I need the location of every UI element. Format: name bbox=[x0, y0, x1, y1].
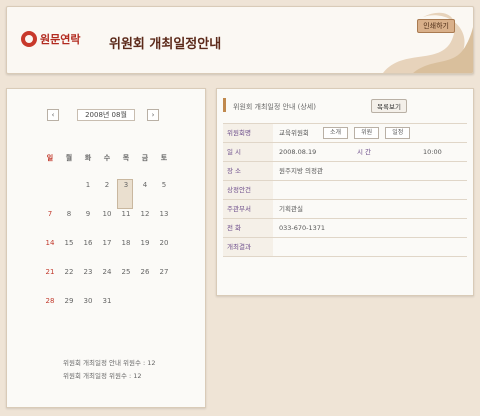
calendar-nav: ‹ 2008년 08월 › bbox=[47, 109, 163, 121]
weekday-header: 목 bbox=[122, 154, 130, 162]
calendar-day[interactable]: 31 bbox=[98, 297, 116, 305]
calendar-day[interactable]: 5 bbox=[155, 181, 173, 189]
calendar-day[interactable]: 29 bbox=[60, 297, 78, 305]
calendar-day[interactable]: 30 bbox=[79, 297, 97, 305]
row-department: 주관부서 기획관실 bbox=[223, 200, 467, 219]
row-label: 개최결과 bbox=[223, 238, 273, 256]
calendar-day[interactable]: 19 bbox=[136, 239, 154, 247]
month-label: 2008년 08월 bbox=[77, 109, 135, 121]
detail-table: 위원회명 교육위원회 소개 위원 일정 일 시 2008.08.19 시 간 1… bbox=[223, 123, 467, 257]
weekday-header: 월 bbox=[65, 154, 73, 162]
calendar-day[interactable]: 28 bbox=[41, 297, 59, 305]
row-value: 교육위원회 소개 위원 일정 bbox=[273, 124, 467, 142]
calendar-day[interactable]: 14 bbox=[41, 239, 59, 247]
print-button[interactable]: 인쇄하기 bbox=[417, 19, 455, 33]
calendar-day[interactable]: 26 bbox=[136, 268, 154, 276]
row-label: 주관부서 bbox=[223, 200, 273, 218]
prev-month-button[interactable]: ‹ bbox=[47, 109, 59, 121]
weekday-header: 토 bbox=[160, 154, 168, 162]
calendar-day[interactable]: 21 bbox=[41, 268, 59, 276]
row-committee: 위원회명 교육위원회 소개 위원 일정 bbox=[223, 124, 467, 143]
calendar-day[interactable]: 16 bbox=[79, 239, 97, 247]
calendar-day[interactable]: 22 bbox=[60, 268, 78, 276]
row-result: 개최결과 bbox=[223, 238, 467, 257]
intro-button[interactable]: 소개 bbox=[322, 127, 349, 139]
decorative-swirl bbox=[383, 12, 473, 73]
calendar-day[interactable]: 13 bbox=[155, 210, 173, 218]
weekday-header: 금 bbox=[141, 154, 149, 162]
calendar-day[interactable]: 20 bbox=[155, 239, 173, 247]
row-phone: 전 화 033-670-1371 bbox=[223, 219, 467, 238]
row-label: 장 소 bbox=[223, 162, 273, 180]
row-place: 장 소 원주지방 의정관 bbox=[223, 162, 467, 181]
calendar-day[interactable]: 18 bbox=[117, 239, 135, 247]
page-header: 원문연락 위원회 개최일정안내 인쇄하기 bbox=[6, 6, 474, 74]
weekday-header: 일 bbox=[46, 154, 54, 162]
row-value: 2008.08.19 시 간 10:00 bbox=[273, 143, 467, 161]
calendar-day[interactable]: 23 bbox=[79, 268, 97, 276]
row-label: 상정안건 bbox=[223, 181, 273, 199]
calendar-day[interactable]: 8 bbox=[60, 210, 78, 218]
row-agenda: 상정안건 bbox=[223, 181, 467, 200]
calendar-panel: ‹ 2008년 08월 › 일 월 화 수 목 금 토 1 2 3 4 5 7 8 9 10 11 12 13 14 1… bbox=[6, 88, 206, 408]
calendar-day[interactable]: 25 bbox=[117, 268, 135, 276]
row-label: 일 시 bbox=[223, 143, 273, 161]
calendar-day[interactable]: 9 bbox=[79, 210, 97, 218]
row-date: 일 시 2008.08.19 시 간 10:00 bbox=[223, 143, 467, 162]
site-logo[interactable]: 원문연락 bbox=[21, 31, 80, 47]
legend-line-2: 위원회 개최일정 위원수 : 12 bbox=[63, 372, 142, 380]
calendar-day[interactable]: 17 bbox=[98, 239, 116, 247]
detail-panel: 위원회 개최일정 안내 (상세) 목록보기 위원회명 교육위원회 소개 위원 일… bbox=[216, 88, 474, 296]
detail-title-bar: 위원회 개최일정 안내 (상세) 목록보기 bbox=[223, 95, 467, 115]
weekday-header: 수 bbox=[103, 154, 111, 162]
calendar-day[interactable]: 1 bbox=[79, 181, 97, 189]
calendar-day[interactable]: 11 bbox=[117, 210, 135, 218]
time-value: 10:00 bbox=[423, 148, 442, 156]
calendar-legend: 위원회 개최일정 안내 위원수 : 12 위원회 개최일정 위원수 : 12 bbox=[63, 357, 156, 383]
detail-title: 위원회 개최일정 안내 (상세) bbox=[233, 103, 316, 111]
row-label: 전 화 bbox=[223, 219, 273, 237]
list-button[interactable]: 목록보기 bbox=[371, 99, 407, 113]
title-accent-bar bbox=[223, 98, 226, 112]
calendar-day[interactable]: 7 bbox=[41, 210, 59, 218]
date-value: 2008.08.19 bbox=[279, 148, 317, 156]
next-month-button[interactable]: › bbox=[147, 109, 159, 121]
page-title: 위원회 개최일정안내 bbox=[109, 37, 222, 52]
calendar-day[interactable]: 12 bbox=[136, 210, 154, 218]
schedule-button[interactable]: 일정 bbox=[385, 127, 411, 139]
row-value: 033-670-1371 bbox=[279, 224, 326, 232]
calendar-day[interactable]: 10 bbox=[98, 210, 116, 218]
weekday-header: 화 bbox=[84, 154, 92, 162]
calendar-day[interactable]: 24 bbox=[98, 268, 116, 276]
row-value: 원주지방 의정관 bbox=[279, 167, 323, 175]
calendar-day[interactable]: 15 bbox=[60, 239, 78, 247]
row-value bbox=[273, 181, 467, 199]
brand-name: 원문연락 bbox=[40, 33, 81, 46]
legend-line-1: 위원회 개최일정 안내 위원수 : 12 bbox=[63, 359, 156, 367]
committee-name: 교육위원회 bbox=[279, 129, 309, 137]
row-value: 기획관실 bbox=[279, 205, 303, 213]
members-button[interactable]: 위원 bbox=[354, 127, 380, 139]
row-label: 위원회명 bbox=[223, 124, 273, 142]
time-label: 시 간 bbox=[357, 148, 372, 156]
logo-icon bbox=[21, 31, 37, 47]
calendar-day[interactable]: 27 bbox=[155, 268, 173, 276]
calendar-day[interactable]: 4 bbox=[136, 181, 154, 189]
calendar-day[interactable]: 3 bbox=[117, 181, 135, 189]
row-value bbox=[273, 238, 467, 256]
calendar-day[interactable]: 2 bbox=[98, 181, 116, 189]
